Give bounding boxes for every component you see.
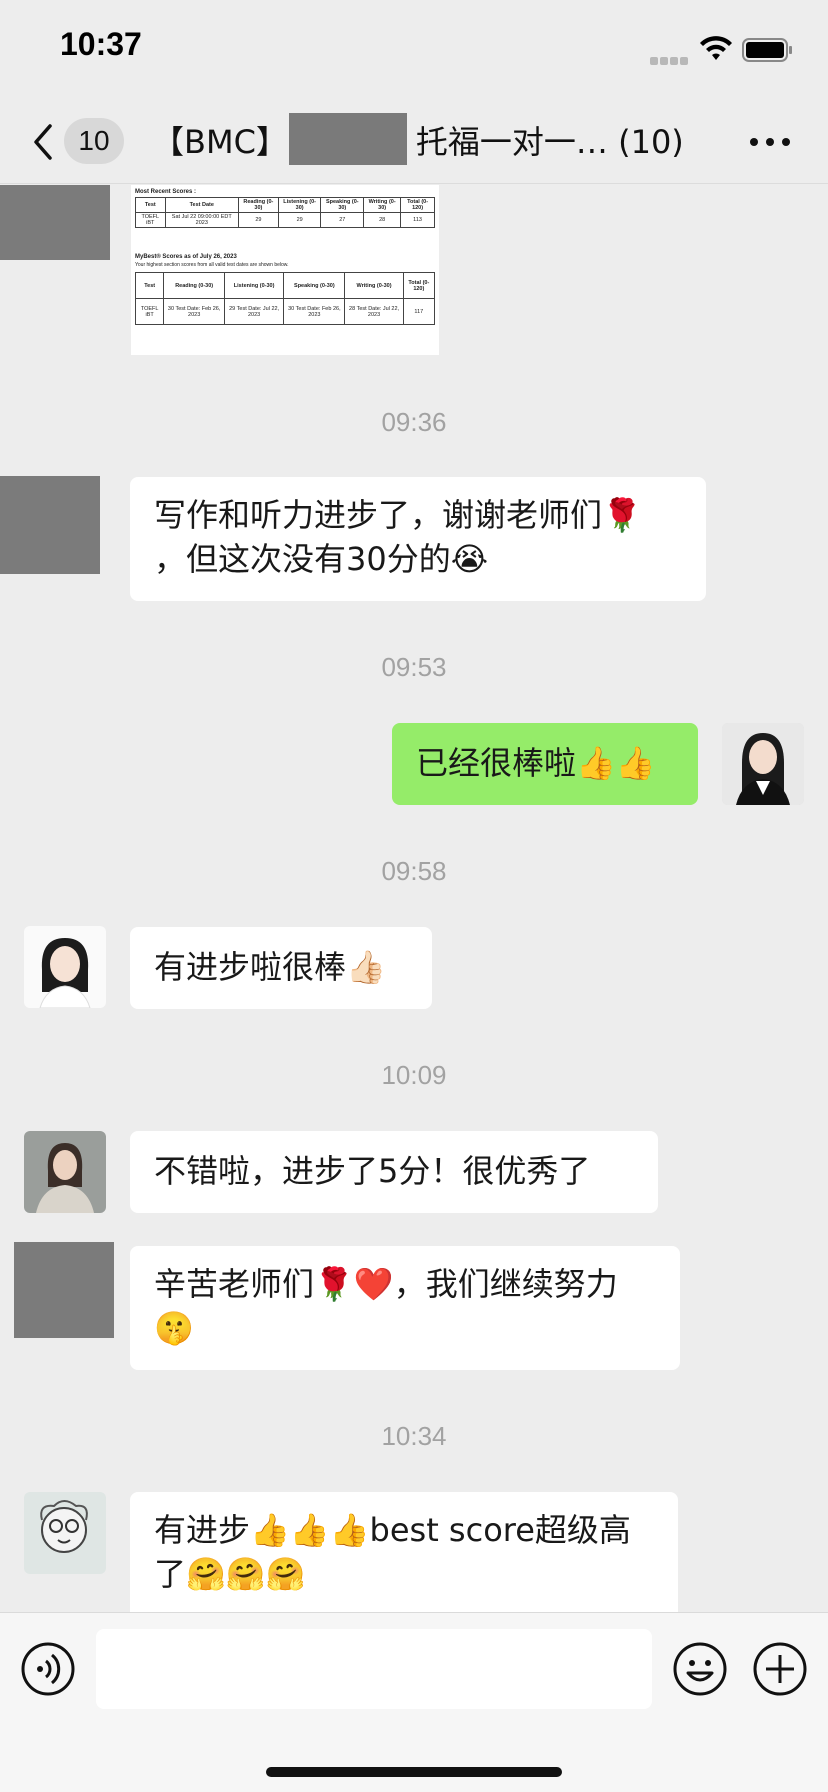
table-header: Total (0-120) <box>402 272 436 299</box>
table-header: Reading (0-30) <box>237 197 279 213</box>
chat-title-prefix: 【BMC】 <box>152 123 288 161</box>
plus-icon[interactable] <box>752 1641 808 1697</box>
status-bar: 10:37 <box>0 0 828 100</box>
more-options-icon[interactable] <box>750 138 790 148</box>
table-cell: 28 Test Date: Jul 22, 2023 <box>344 298 404 325</box>
wifi-icon <box>700 36 732 60</box>
chat-header: 10 【BMC】 托福一对一… (10) <box>0 100 828 184</box>
message-text-line: 有进步👍👍👍best score超级高 <box>154 1511 631 1549</box>
table-cell: 29 <box>277 212 322 228</box>
back-arrow-icon[interactable] <box>30 122 56 162</box>
avatar[interactable] <box>722 723 804 805</box>
mybest-subcaption: Your highest section scores from all val… <box>135 262 289 268</box>
avatar[interactable] <box>24 1131 106 1213</box>
table-header: Writing (0-30) <box>363 197 402 213</box>
message-timestamp: 10:34 <box>381 1421 447 1451</box>
message-timestamp: 09:36 <box>381 407 447 437</box>
recent-scores-table: Test Test Date Reading (0-30) Listening … <box>135 197 435 228</box>
person-avatar-icon <box>24 1131 106 1213</box>
message-timestamp: 09:58 <box>381 856 447 886</box>
cellular-signal-icon <box>650 50 690 69</box>
table-cell: 29 Test Date: Jul 22, 2023 <box>223 298 285 325</box>
table-header: Test Date <box>164 197 239 213</box>
table-cell: 30 Test Date: Feb 26, 2023 <box>163 298 225 325</box>
message-text-line: 🤫 <box>154 1309 194 1347</box>
table-cell: 113 <box>400 212 435 228</box>
avatar[interactable] <box>0 185 110 260</box>
message-bubble[interactable]: 有进步啦很棒👍🏻 <box>130 927 432 1009</box>
redacted-title-block <box>289 113 407 165</box>
message-bubble[interactable]: 有进步👍👍👍best score超级高 了🤗🤗🤗 <box>130 1492 678 1612</box>
table-header: Speaking (0-30) <box>320 197 365 213</box>
table-header: Writing (0-30) <box>344 272 404 299</box>
status-time: 10:37 <box>60 26 142 62</box>
table-cell: 29 <box>237 212 279 228</box>
message-text-line: 写作和听力进步了，谢谢老师们🌹 <box>154 496 642 534</box>
message-bubble[interactable]: 辛苦老师们🌹❤️，我们继续努力 🤫 <box>130 1246 680 1370</box>
message-text-line: ，但这次没有30分的😭 <box>154 540 489 578</box>
home-indicator <box>266 1767 562 1777</box>
message-bubble[interactable]: 不错啦，进步了5分！很优秀了 <box>130 1131 658 1213</box>
chat-title-suffix: 托福一对一… (10) <box>415 123 684 161</box>
message-text: 已经很棒啦👍👍 <box>416 744 656 782</box>
table-cell: TOEFL iBT <box>135 212 166 228</box>
table-header: Listening (0-30) <box>277 197 322 213</box>
message-timestamp: 10:09 <box>381 1060 447 1090</box>
message-text-line: 辛苦老师们🌹❤️，我们继续努力 <box>154 1265 618 1303</box>
table-header: Test <box>135 197 166 213</box>
table-header: Test <box>134 272 165 299</box>
message-timestamp: 09:53 <box>381 652 447 682</box>
input-bar <box>0 1612 828 1792</box>
table-cell: 117 <box>402 298 436 325</box>
message-bubble-mine[interactable]: 已经很棒啦👍👍 <box>392 723 698 805</box>
score-report-image[interactable]: Most Recent Scores : Test Test Date Read… <box>131 185 439 355</box>
message-text: 不错啦，进步了5分！很优秀了 <box>154 1152 591 1190</box>
unread-count-badge[interactable]: 10 <box>64 118 124 164</box>
message-list[interactable]: Most Recent Scores : Test Test Date Read… <box>0 185 828 1612</box>
message-text-line: 了🤗🤗🤗 <box>154 1555 306 1593</box>
table-cell: 27 <box>320 212 365 228</box>
table-cell: Sat Jul 22 09:00:00 EDT 2023 <box>164 212 239 228</box>
person-avatar-icon <box>24 926 106 1008</box>
table-cell: 30 Test Date: Feb 26, 2023 <box>283 298 346 325</box>
table-header: Listening (0-30) <box>223 272 285 299</box>
chat-title: 【BMC】 托福一对一… (10) <box>152 118 712 166</box>
message-input[interactable] <box>96 1629 652 1709</box>
recent-scores-caption: Most Recent Scores : <box>135 189 197 195</box>
avatar[interactable] <box>24 1492 106 1574</box>
emoji-icon[interactable] <box>672 1641 728 1697</box>
table-cell: 28 <box>363 212 402 228</box>
cartoon-avatar-icon <box>24 1492 106 1574</box>
voice-input-icon[interactable] <box>20 1641 76 1697</box>
avatar[interactable] <box>14 1242 114 1338</box>
table-header: Total (0-120) <box>400 197 435 213</box>
person-avatar-icon <box>722 723 804 805</box>
message-bubble[interactable]: 写作和听力进步了，谢谢老师们🌹 ，但这次没有30分的😭 <box>130 477 706 601</box>
table-cell: TOEFL iBT <box>134 298 165 325</box>
mybest-scores-table: Test Reading (0-30) Listening (0-30) Spe… <box>134 272 436 325</box>
avatar[interactable] <box>24 926 106 1008</box>
battery-icon <box>742 38 792 62</box>
message-text: 有进步啦很棒👍🏻 <box>154 948 386 986</box>
table-header: Reading (0-30) <box>163 272 225 299</box>
mybest-caption: MyBest® Scores as of July 26, 2023 <box>135 254 237 260</box>
table-header: Speaking (0-30) <box>283 272 346 299</box>
avatar[interactable] <box>0 476 100 574</box>
